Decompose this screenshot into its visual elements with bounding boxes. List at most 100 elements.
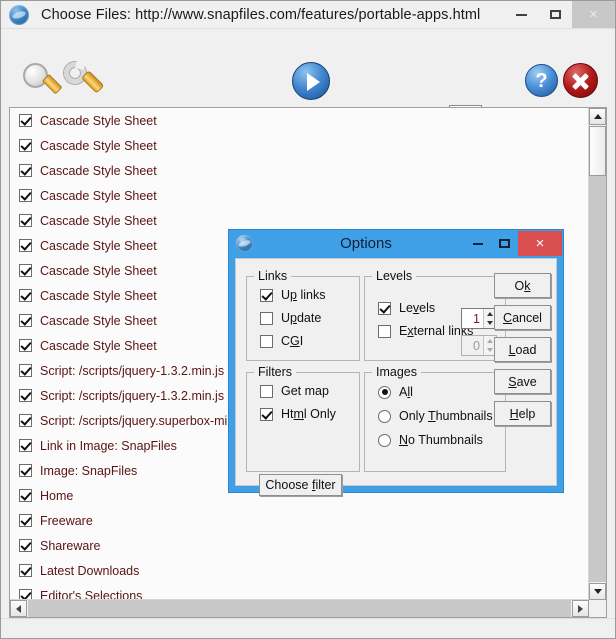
list-item-checkbox[interactable] (19, 139, 32, 152)
scroll-left-button[interactable] (10, 600, 27, 617)
checkbox-get-map[interactable]: Get map (260, 384, 359, 398)
scroll-right-button[interactable] (572, 600, 589, 617)
links-group: Links Up links Update CGI (246, 269, 360, 361)
list-item[interactable]: Editor's Selections (10, 583, 589, 600)
list-item-label: Shareware (40, 538, 101, 553)
close-icon[interactable] (563, 63, 598, 98)
scroll-up-button[interactable] (589, 108, 606, 125)
options-titlebar: Options × (229, 230, 563, 257)
cgi-label: CGI (281, 334, 304, 348)
list-item[interactable]: Cascade Style Sheet (10, 183, 589, 208)
images-only-thumbnails-label: Only Thumbnails (399, 409, 493, 423)
options-maximize-button[interactable] (491, 231, 518, 256)
list-item-checkbox[interactable] (19, 314, 32, 327)
list-item-checkbox[interactable] (19, 389, 32, 402)
save-button[interactable]: Save (494, 369, 551, 394)
list-item[interactable]: Shareware (10, 533, 589, 558)
list-item-label: Script: /scripts/jquery.superbox-min.js (40, 413, 247, 428)
update-checkbox[interactable] (260, 311, 273, 325)
checkbox-up-links[interactable]: Up links (260, 288, 359, 302)
images-no-thumbnails-radio[interactable] (378, 433, 391, 447)
list-item-checkbox[interactable] (19, 564, 32, 577)
list-item-label: Cascade Style Sheet (40, 238, 157, 253)
help-icon[interactable]: ? (525, 64, 558, 97)
external-links-checkbox[interactable] (378, 324, 391, 338)
images-only-thumbnails-radio[interactable] (378, 409, 391, 423)
list-item-checkbox[interactable] (19, 489, 32, 502)
cancel-button[interactable]: Cancel (494, 305, 551, 330)
list-item-label: Cascade Style Sheet (40, 288, 157, 303)
maximize-button[interactable] (538, 1, 572, 28)
ok-button[interactable]: Ok (494, 273, 551, 298)
list-item-checkbox[interactable] (19, 364, 32, 377)
list-item[interactable]: Cascade Style Sheet (10, 158, 589, 183)
radio-images-no-thumbnails[interactable]: No Thumbnails (378, 433, 505, 447)
scrollbar-corner (589, 600, 606, 617)
filters-group-legend: Filters (258, 365, 293, 379)
play-icon[interactable] (292, 62, 330, 100)
levels-group: Levels Levels External links 1 0 (364, 269, 506, 361)
list-item-checkbox[interactable] (19, 114, 32, 127)
checkbox-cgi[interactable]: CGI (260, 334, 359, 348)
external-links-spinner-value: 0 (473, 338, 480, 353)
horizontal-scroll-thumb[interactable] (28, 600, 571, 617)
minimize-button[interactable] (504, 1, 538, 28)
tools-icon[interactable] (63, 59, 107, 101)
load-button[interactable]: Load (494, 337, 551, 362)
list-item-checkbox[interactable] (19, 514, 32, 527)
options-dialog: Options × Links Up links Update CGI Leve… (228, 229, 564, 496)
radio-images-only-thumbnails[interactable]: Only Thumbnails (378, 409, 505, 423)
list-item-checkbox[interactable] (19, 189, 32, 202)
list-item-label: Cascade Style Sheet (40, 263, 157, 278)
images-all-radio[interactable] (378, 385, 391, 399)
options-close-button[interactable]: × (518, 231, 562, 256)
list-item-checkbox[interactable] (19, 339, 32, 352)
globe-icon (9, 4, 29, 25)
choose-filter-button[interactable]: Choose filter (259, 474, 342, 496)
options-minimize-button[interactable] (464, 231, 491, 256)
list-item-label: Home (40, 488, 74, 503)
vertical-scroll-track[interactable] (589, 176, 606, 582)
list-item-checkbox[interactable] (19, 239, 32, 252)
list-item-label: Freeware (40, 513, 93, 528)
help-button[interactable]: Help (494, 401, 551, 426)
external-links-spinner[interactable]: 0 (461, 335, 497, 356)
list-item-checkbox[interactable] (19, 214, 32, 227)
main-titlebar: Choose Files: http://www.snapfiles.com/f… (1, 1, 615, 28)
list-item[interactable]: Latest Downloads (10, 558, 589, 583)
scroll-down-button[interactable] (589, 583, 606, 600)
vertical-scrollbar[interactable] (588, 108, 606, 600)
up-links-checkbox[interactable] (260, 288, 273, 302)
list-item-checkbox[interactable] (19, 164, 32, 177)
list-item-label: Link in Image: SnapFiles (40, 438, 177, 453)
levels-label: Levels (399, 301, 436, 315)
update-label: Update (281, 311, 322, 325)
cgi-checkbox[interactable] (260, 334, 273, 348)
list-item-checkbox[interactable] (19, 289, 32, 302)
levels-checkbox[interactable] (378, 301, 391, 315)
close-button[interactable]: × (572, 1, 615, 28)
list-item[interactable]: Cascade Style Sheet (10, 108, 589, 133)
checkbox-html-only[interactable]: Html Only (260, 407, 359, 421)
images-all-label: All (399, 385, 413, 399)
list-item-checkbox[interactable] (19, 439, 32, 452)
radio-images-all[interactable]: All (378, 385, 505, 399)
search-icon[interactable] (23, 63, 63, 99)
vertical-scroll-thumb[interactable] (589, 126, 606, 176)
horizontal-scrollbar[interactable] (10, 599, 589, 617)
levels-spinner[interactable]: 1 (461, 308, 497, 329)
list-item-checkbox[interactable] (19, 539, 32, 552)
options-caption-buttons: × (464, 231, 562, 256)
list-item[interactable]: Cascade Style Sheet (10, 133, 589, 158)
list-item-checkbox[interactable] (19, 264, 32, 277)
get-map-checkbox[interactable] (260, 384, 273, 398)
html-only-checkbox[interactable] (260, 407, 273, 421)
close-icon: × (535, 235, 545, 252)
list-item-checkbox[interactable] (19, 414, 32, 427)
list-item-label: Cascade Style Sheet (40, 188, 157, 203)
checkbox-update[interactable]: Update (260, 311, 359, 325)
list-item-checkbox[interactable] (19, 464, 32, 477)
list-item[interactable]: Freeware (10, 508, 589, 533)
list-item-label: Cascade Style Sheet (40, 313, 157, 328)
images-group: Images All Only Thumbnails No Thumbnails (364, 365, 506, 472)
